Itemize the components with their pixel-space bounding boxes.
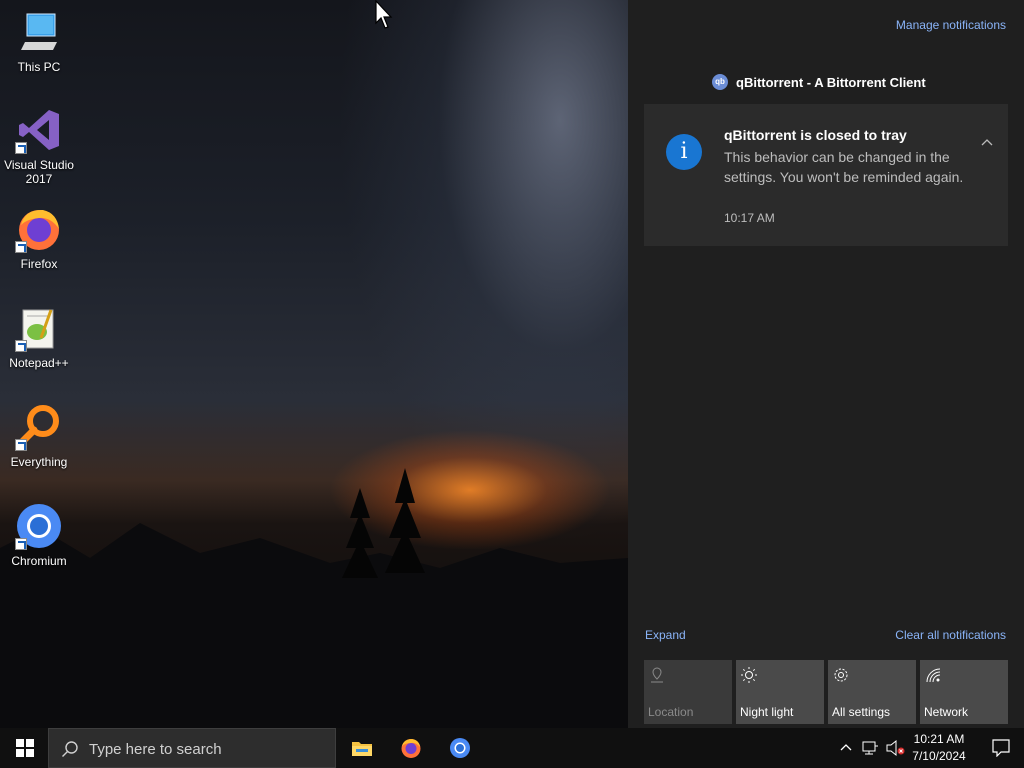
gear-icon [834, 668, 848, 682]
start-button[interactable] [0, 728, 48, 768]
desktop-icon-label: Visual Studio 2017 [4, 158, 74, 186]
info-icon: i [666, 134, 702, 170]
search-icon [62, 741, 78, 757]
quick-action-all-settings[interactable]: All settings [828, 660, 916, 724]
clock-time: 10:21 AM [913, 732, 965, 746]
search-placeholder: Type here to search [89, 741, 222, 758]
notification-body: This behavior can be changed in the sett… [724, 149, 964, 185]
desktop-icon-label: This PC [17, 60, 61, 74]
network-wired-icon[interactable] [861, 739, 879, 757]
notification-app-name: qBittorrent - A Bittorrent Client [736, 74, 926, 90]
desktop-icon-everything[interactable]: Everything [1, 403, 77, 469]
quick-action-network[interactable]: Network [920, 660, 1008, 724]
quick-action-label: Network [924, 705, 969, 719]
windows-logo-icon [16, 739, 34, 757]
volume-muted-icon[interactable] [885, 739, 905, 757]
network-icon [926, 668, 941, 683]
quick-action-label: All settings [832, 705, 891, 719]
taskbar-firefox[interactable] [387, 728, 435, 768]
taskbar-chromium[interactable] [436, 728, 484, 768]
file-explorer-icon [352, 742, 372, 756]
shortcut-arrow-icon [15, 142, 27, 154]
quick-action-night-light[interactable]: Night light [736, 660, 824, 724]
qbittorrent-icon: qb [712, 74, 728, 90]
mountain-silhouette [0, 468, 628, 728]
expand-quick-actions-link[interactable]: Expand [645, 628, 686, 642]
this-pc-icon [15, 8, 63, 56]
taskbar-search-box[interactable]: Type here to search [48, 728, 336, 768]
desktop-icon-label: Notepad++ [9, 356, 69, 370]
chevron-up-icon[interactable] [980, 136, 994, 150]
desktop-icon-this-pc[interactable]: This PC [1, 8, 77, 74]
shortcut-arrow-icon [15, 538, 27, 550]
notepad-plus-plus-icon [15, 304, 63, 352]
quick-action-location[interactable]: Location [644, 660, 732, 724]
firefox-icon [401, 739, 421, 758]
notification-icon [992, 739, 1010, 757]
desktop-icon-label: Chromium [11, 554, 67, 568]
clear-all-notifications-link[interactable]: Clear all notifications [895, 628, 1006, 642]
desktop-icon-chromium[interactable]: Chromium [1, 502, 77, 568]
visual-studio-icon [15, 106, 63, 154]
system-clock[interactable]: 10:21 AM 7/10/2024 [908, 731, 970, 765]
desktop-icon-label: Everything [10, 455, 68, 469]
manage-notifications-link[interactable]: Manage notifications [896, 18, 1006, 32]
shortcut-arrow-icon [15, 340, 27, 352]
desktop-icon-notepad-plus-plus[interactable]: Notepad++ [1, 304, 77, 370]
quick-actions-row: Location Night light All settings Networ… [644, 660, 1008, 724]
clock-date: 7/10/2024 [912, 749, 966, 763]
desktop-icon-label: Firefox [20, 257, 58, 271]
shortcut-arrow-icon [15, 439, 27, 451]
everything-icon [15, 403, 63, 451]
action-center-panel: Manage notifications qb qBittorrent - A … [628, 0, 1024, 728]
taskbar: Type here to search 10:21 AM 7/10/2024 [0, 728, 1024, 768]
taskbar-file-explorer[interactable] [338, 728, 386, 768]
chromium-icon [15, 502, 63, 550]
notification-title: qBittorrent is closed to tray [724, 127, 907, 143]
desktop-icon-firefox[interactable]: Firefox [1, 205, 77, 271]
chromium-icon [450, 738, 470, 758]
chevron-up-icon[interactable] [838, 740, 854, 756]
desktop-icon-visual-studio[interactable]: Visual Studio 2017 [1, 106, 77, 186]
location-icon [651, 667, 663, 683]
notification-card[interactable]: i qBittorrent is closed to tray This beh… [644, 104, 1008, 246]
notification-app-header: qb qBittorrent - A Bittorrent Client [712, 74, 926, 90]
quick-action-label: Night light [740, 705, 794, 719]
night-light-icon [741, 667, 757, 683]
mouse-cursor-icon [375, 0, 393, 29]
firefox-icon [15, 205, 63, 253]
shortcut-arrow-icon [15, 241, 27, 253]
notification-time: 10:17 AM [724, 211, 775, 225]
action-center-button[interactable] [978, 728, 1024, 768]
quick-action-label: Location [648, 705, 694, 719]
